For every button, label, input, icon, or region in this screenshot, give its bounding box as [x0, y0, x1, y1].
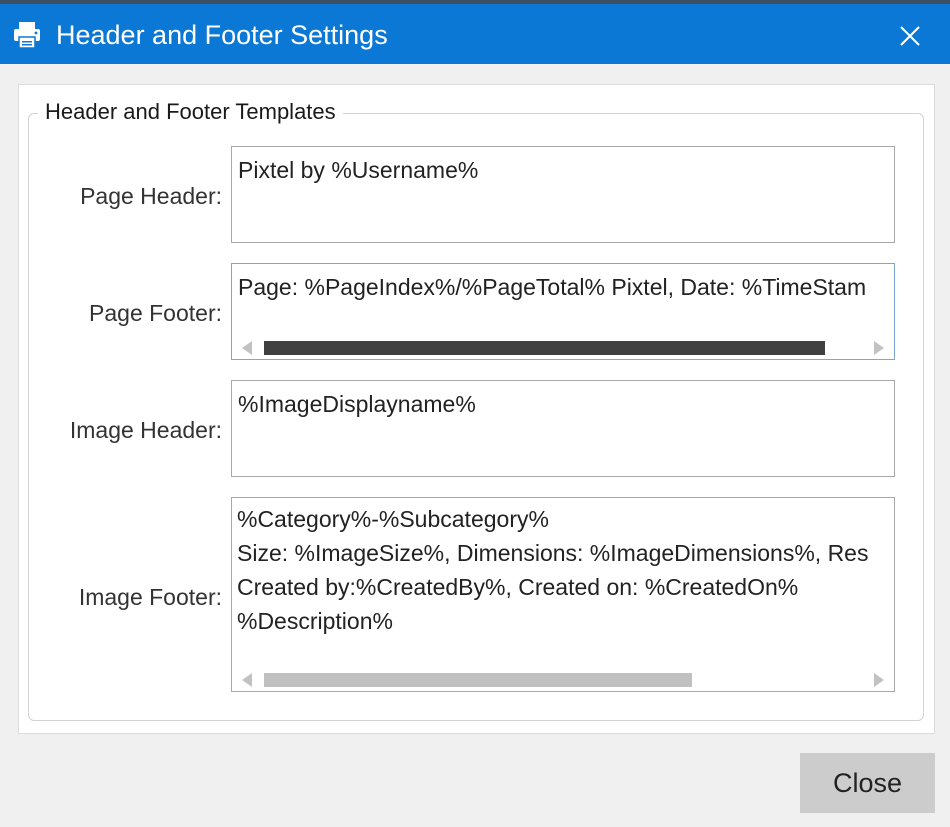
- image-footer-input[interactable]: %Category%-%Subcategory% Size: %ImageSiz…: [231, 497, 895, 692]
- page-footer-input[interactable]: Page: %PageIndex%/%PageTotal% Pixtel, Da…: [231, 263, 895, 360]
- page-header-value: Pixtel by %Username%: [238, 157, 479, 183]
- scroll-thumb[interactable]: [264, 341, 825, 355]
- image-footer-hscrollbar[interactable]: [232, 665, 894, 691]
- close-button[interactable]: Close: [800, 753, 935, 813]
- scroll-right-icon[interactable]: [874, 341, 884, 355]
- header-footer-settings-window: Header and Footer Settings Header and Fo…: [0, 0, 950, 827]
- printer-icon: [14, 22, 40, 49]
- window-title: Header and Footer Settings: [56, 20, 388, 50]
- close-icon[interactable]: [897, 23, 923, 49]
- scroll-thumb[interactable]: [264, 673, 692, 687]
- page-footer-value: Page: %PageIndex%/%PageTotal% Pixtel, Da…: [238, 274, 867, 300]
- title-bar[interactable]: Header and Footer Settings: [0, 4, 950, 64]
- page-footer-label: Page Footer:: [89, 300, 222, 326]
- image-footer-value: %Category%-%Subcategory% Size: %ImageSiz…: [237, 506, 869, 634]
- page-header-label: Page Header:: [80, 183, 222, 209]
- image-header-input[interactable]: %ImageDisplayname%: [231, 380, 895, 477]
- image-header-label: Image Header:: [69, 417, 222, 443]
- groupbox-legend: Header and Footer Templates: [38, 99, 343, 125]
- image-header-value: %ImageDisplayname%: [238, 391, 476, 417]
- scroll-left-icon[interactable]: [242, 341, 252, 355]
- image-footer-label: Image Footer:: [78, 584, 222, 610]
- scroll-left-icon[interactable]: [242, 673, 252, 687]
- page-header-input[interactable]: Pixtel by %Username%: [231, 146, 895, 243]
- page-footer-hscrollbar[interactable]: [232, 333, 894, 359]
- scroll-right-icon[interactable]: [874, 673, 884, 687]
